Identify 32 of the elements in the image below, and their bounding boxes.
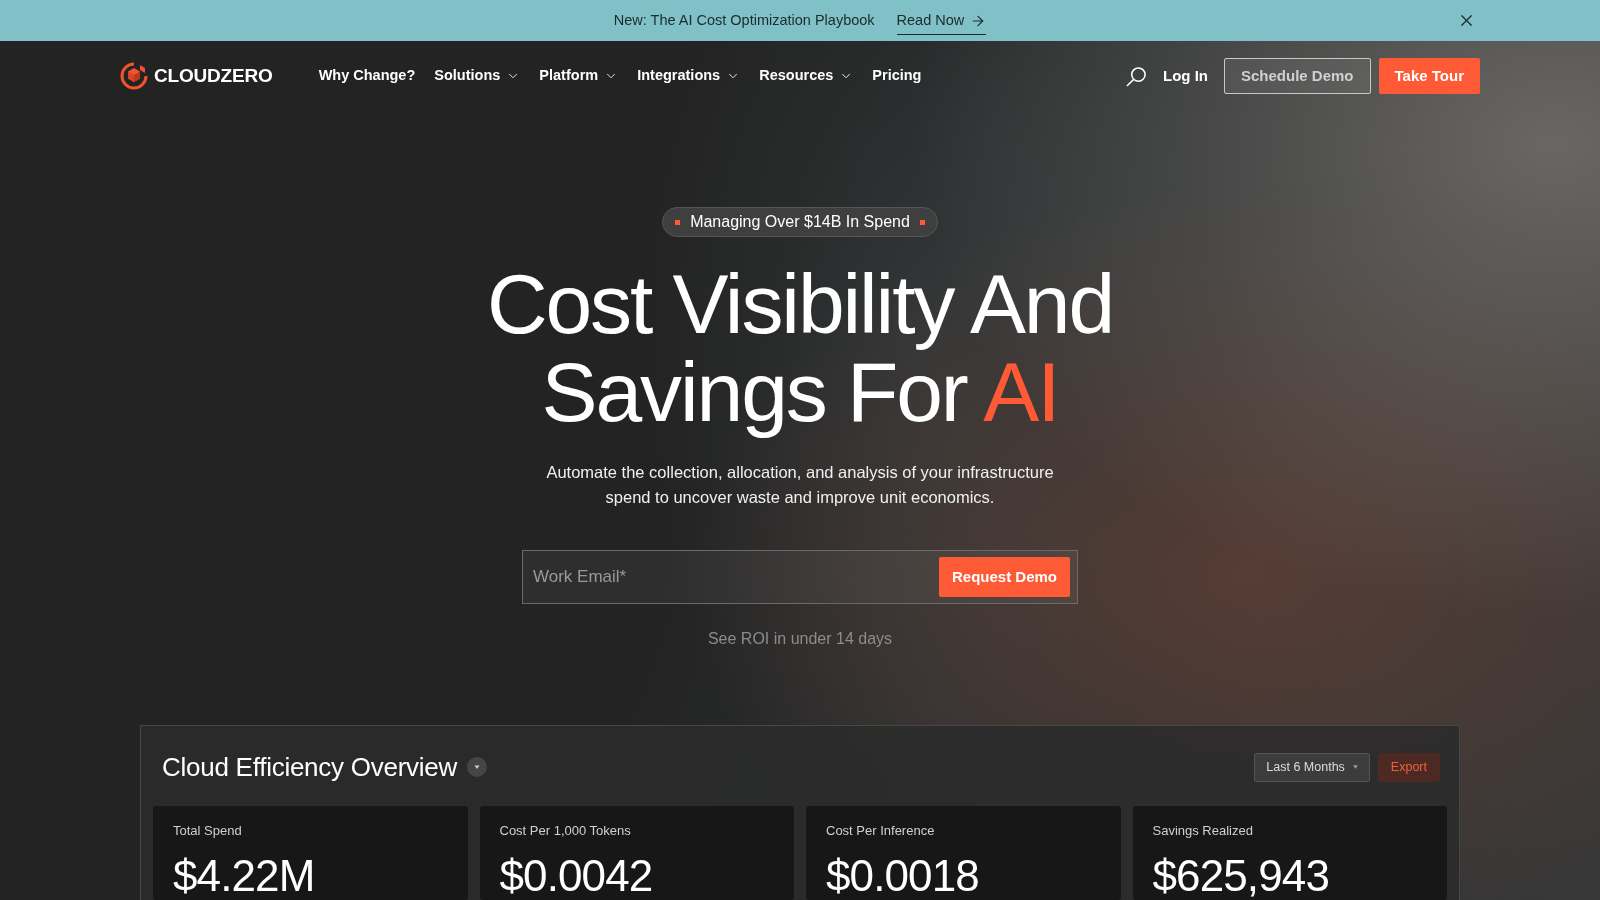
- brand-name: CLOUDZERO: [154, 63, 273, 88]
- schedule-demo-button[interactable]: Schedule Demo: [1224, 58, 1371, 94]
- login-link[interactable]: Log In: [1163, 64, 1208, 88]
- metric-value: $0.0042: [499, 854, 654, 898]
- email-input[interactable]: Work Email*: [533, 557, 939, 597]
- panel-title: Cloud Efficiency Overview: [162, 750, 458, 784]
- hero-title: Cost Visibility And Savings For AI: [486, 260, 1114, 436]
- announcement-text: New: The AI Cost Optimization Playbook: [613, 10, 875, 30]
- nav-link[interactable]: Pricing: [872, 65, 922, 87]
- nav-link[interactable]: Solutions: [434, 65, 521, 87]
- nav-link[interactable]: Why Change?: [318, 65, 416, 87]
- metric-label: Cost Per Inference: [826, 822, 936, 840]
- metric-value: $0.0018: [826, 854, 980, 898]
- search-icon[interactable]: [1126, 65, 1147, 87]
- roi-note: See ROI in under 14 days: [707, 629, 893, 649]
- logo-icon: [120, 62, 148, 90]
- caret-down-icon: [1352, 765, 1358, 769]
- metric-label: Cost Per 1,000 Tokens: [499, 822, 632, 840]
- metric-value: $625,943: [1152, 854, 1330, 898]
- nav-link[interactable]: Platform: [539, 65, 619, 87]
- metric-label: Total Spend: [173, 822, 243, 840]
- caret-down-icon[interactable]: [467, 757, 488, 777]
- read-now-link[interactable]: Read Now: [896, 9, 987, 36]
- nav-link[interactable]: Integrations: [637, 65, 741, 87]
- brand-logo[interactable]: CLOUDZERO: [120, 61, 273, 91]
- export-button[interactable]: Export: [1377, 752, 1440, 782]
- hero-subtitle: Automate the collection, allocation, and analysis of your infrastructure spend to uncover waste and improve unit economics.: [545, 462, 1055, 508]
- period-select[interactable]: Last 6 Months: [1254, 752, 1370, 782]
- metric-label: Savings Realized: [1152, 822, 1254, 840]
- badge-text: Managing Over $14B In Spend: [690, 212, 910, 232]
- metric-value: $4.22M: [173, 854, 316, 898]
- nav-link[interactable]: Resources: [759, 65, 854, 87]
